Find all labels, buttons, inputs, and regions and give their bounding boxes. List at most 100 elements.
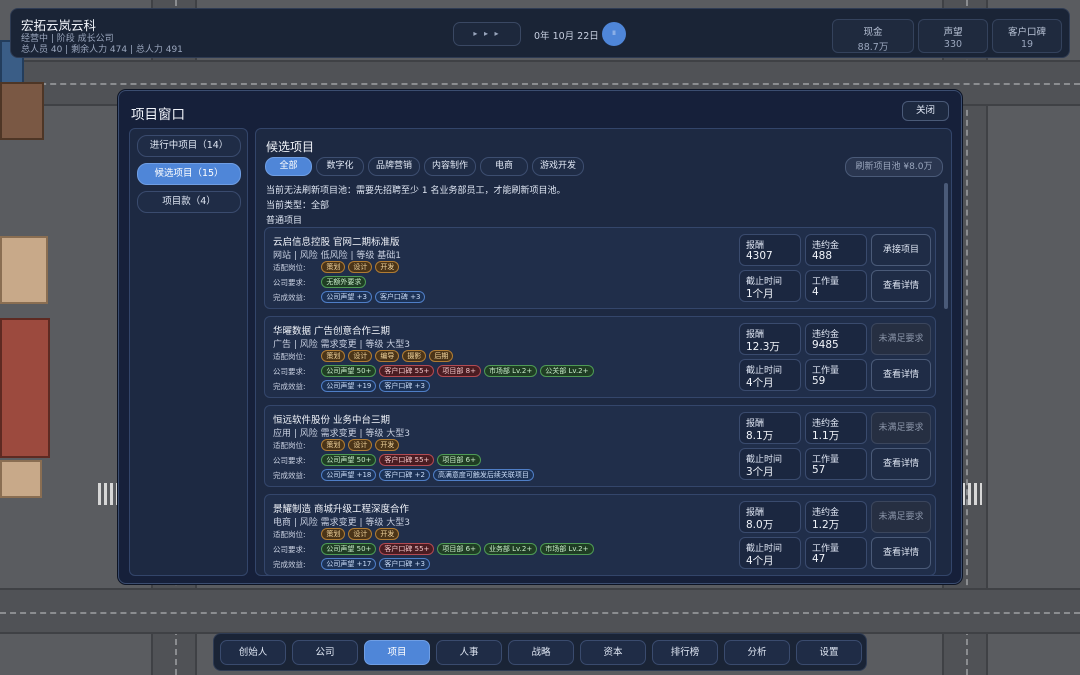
role-tag: 开发 [375, 528, 400, 540]
workload-metric: 工作量 57 [805, 448, 867, 480]
tab-project-payments[interactable]: 项目款（4） [137, 191, 241, 213]
role-tag: 后期 [429, 350, 454, 362]
roles-row: 适配岗位: 策划 设计 开发 [273, 439, 402, 453]
nav-leaderboard[interactable]: 排行榜 [652, 640, 718, 665]
reward-tag: 客户口碑 +3 [379, 558, 430, 570]
nav-analysis[interactable]: 分析 [724, 640, 790, 665]
project-category-sidebar: 进行中项目（14） 候选项目（15） 项目款（4） [129, 128, 248, 576]
tab-candidate-projects[interactable]: 候选项目（15） [137, 163, 241, 185]
project-name: 华曜数据 广告创意合作三期 [273, 326, 391, 337]
penalty-metric: 违约金 9485 [805, 323, 867, 355]
project-name: 云启信息控股 官网二期标准版 [273, 237, 400, 248]
close-button[interactable]: 关闭 [902, 101, 949, 121]
speed-button[interactable]: ▸ ▸ ▸ [453, 22, 521, 46]
nav-company[interactable]: 公司 [292, 640, 358, 665]
requirement-tag: 公司声望 50+ [321, 543, 377, 555]
workload-value: 47 [812, 553, 826, 565]
workload-value: 57 [812, 464, 826, 476]
requirements-row: 公司要求: 公司声望 50+ 客户口碑 55+ 项目部 8+ 市场部 Lv.2+ 公关部… [273, 365, 597, 379]
requirements-unmet-button[interactable]: 未满足要求 [871, 323, 931, 355]
nav-settings[interactable]: 设置 [796, 640, 862, 665]
project-name: 景耀制造 商城升级工程深度合作 [273, 504, 410, 515]
requirements-unmet-button[interactable]: 未满足要求 [871, 412, 931, 444]
filter-digital[interactable]: 数字化 [316, 157, 364, 176]
role-tag: 策划 [321, 439, 346, 451]
penalty-metric: 违约金 1.2万 [805, 501, 867, 533]
cash-value: 88.7万 [857, 42, 889, 53]
top-hud: 宏拓云岚云科 经营中 | 阶段 成长公司 总人员 40 | 剩余人力 474 |… [10, 8, 1070, 58]
requirement-tag: 市场部 Lv.2+ [483, 365, 538, 377]
requirements-row: 公司要求: 公司声望 50+ 客户口碑 55+ 项目部 6+ [273, 454, 484, 468]
role-tag: 策划 [321, 528, 346, 540]
role-tag: 摄影 [402, 350, 427, 362]
view-details-button[interactable]: 查看详情 [871, 448, 931, 480]
penalty-metric: 违约金 488 [805, 234, 867, 266]
company-stats: 总人员 40 | 剩余人力 474 | 总人力 491 [21, 45, 183, 55]
filter-ecommerce[interactable]: 电商 [480, 157, 528, 176]
role-tag: 设计 [348, 261, 373, 273]
requirements-row: 公司要求: 无额外要求 [273, 276, 369, 290]
nav-founder[interactable]: 创始人 [220, 640, 286, 665]
project-meta: 网站 | 风险 低风险 | 等级 基础1 [273, 251, 401, 261]
scrollbar[interactable] [944, 183, 948, 309]
reward-tag: 客户口碑 +3 [379, 380, 430, 392]
penalty-value: 1.2万 [812, 519, 840, 531]
workload-value: 59 [812, 375, 826, 387]
cash-stat: 现金 88.7万 [832, 19, 914, 53]
reputation-label: 声望 [943, 27, 963, 38]
refresh-pool-button[interactable]: 刷新项目池 ¥8.0万 [845, 157, 943, 177]
reputation-value: 330 [943, 39, 963, 50]
project-meta: 广告 | 风险 需求变更 | 等级 大型3 [273, 340, 410, 350]
accept-project-button[interactable]: 承接项目 [871, 234, 931, 266]
rewards-row: 完成效益: 公司声望 +17 客户口碑 +3 [273, 558, 433, 572]
time-controls: ▸ ▸ ▸ 0年 10月 22日 II [453, 22, 626, 48]
project-meta: 应用 | 风险 需求变更 | 等级 大型3 [273, 429, 410, 439]
role-tag: 开发 [375, 439, 400, 451]
filter-all[interactable]: 全部 [265, 157, 312, 176]
nav-strategy[interactable]: 战略 [508, 640, 574, 665]
requirement-tag: 公司声望 50+ [321, 365, 377, 377]
roles-row: 适配岗位: 策划 设计 开发 [273, 528, 402, 542]
nav-capital[interactable]: 资本 [580, 640, 646, 665]
deadline-value: 4个月 [746, 555, 774, 567]
nav-hr[interactable]: 人事 [436, 640, 502, 665]
filter-game-dev[interactable]: 游戏开发 [532, 157, 584, 176]
reputation-stat: 声望 330 [918, 19, 988, 53]
requirement-tag-unmet: 项目部 8+ [437, 365, 481, 377]
role-tag: 编导 [375, 350, 400, 362]
game-date: 0年 10月 22日 [534, 31, 599, 42]
reward-tag: 高满意度可触发后续关联项目 [432, 469, 534, 481]
reward-tag: 客户口碑 +2 [379, 469, 430, 481]
requirement-tag: 无额外要求 [321, 276, 367, 288]
project-card: 恒远软件股份 业务中台三期 应用 | 风险 需求变更 | 等级 大型3 适配岗位… [264, 405, 936, 487]
requirements-row: 公司要求: 公司声望 50+ 客户口碑 55+ 项目部 6+ 业务部 Lv.2+ 市场部… [273, 543, 597, 557]
deadline-value: 3个月 [746, 466, 774, 478]
penalty-value: 488 [812, 250, 833, 262]
current-type: 当前类型：全部 [266, 201, 330, 211]
view-details-button[interactable]: 查看详情 [871, 270, 931, 302]
deadline-value: 4个月 [746, 377, 774, 389]
role-tag: 设计 [348, 439, 373, 451]
requirements-unmet-button[interactable]: 未满足要求 [871, 501, 931, 533]
role-tag: 策划 [321, 261, 346, 273]
view-details-button[interactable]: 查看详情 [871, 359, 931, 391]
role-tag: 策划 [321, 350, 346, 362]
reward-value: 8.1万 [746, 430, 774, 442]
project-meta: 电商 | 风险 需求变更 | 等级 大型3 [273, 518, 410, 528]
reward-value: 4307 [746, 250, 773, 262]
deadline-metric: 截止时间 1个月 [739, 270, 801, 302]
reward-metric: 报酬 4307 [739, 234, 801, 266]
client-word-label: 客户口碑 [1007, 27, 1046, 38]
pause-button[interactable]: II [602, 22, 626, 46]
view-details-button[interactable]: 查看详情 [871, 537, 931, 569]
workload-metric: 工作量 4 [805, 270, 867, 302]
requirement-tag-unmet: 客户口碑 55+ [379, 365, 435, 377]
project-card: 景耀制造 商城升级工程深度合作 电商 | 风险 需求变更 | 等级 大型3 适配… [264, 494, 936, 575]
nav-projects[interactable]: 项目 [364, 640, 430, 665]
filter-content[interactable]: 内容制作 [424, 157, 476, 176]
filter-brand-marketing[interactable]: 品牌营销 [368, 157, 420, 176]
rewards-row: 完成效益: 公司声望 +18 客户口碑 +2 高满意度可触发后续关联项目 [273, 469, 537, 483]
role-tag: 设计 [348, 528, 373, 540]
deadline-value: 1个月 [746, 288, 774, 300]
tab-active-projects[interactable]: 进行中项目（14） [137, 135, 241, 157]
